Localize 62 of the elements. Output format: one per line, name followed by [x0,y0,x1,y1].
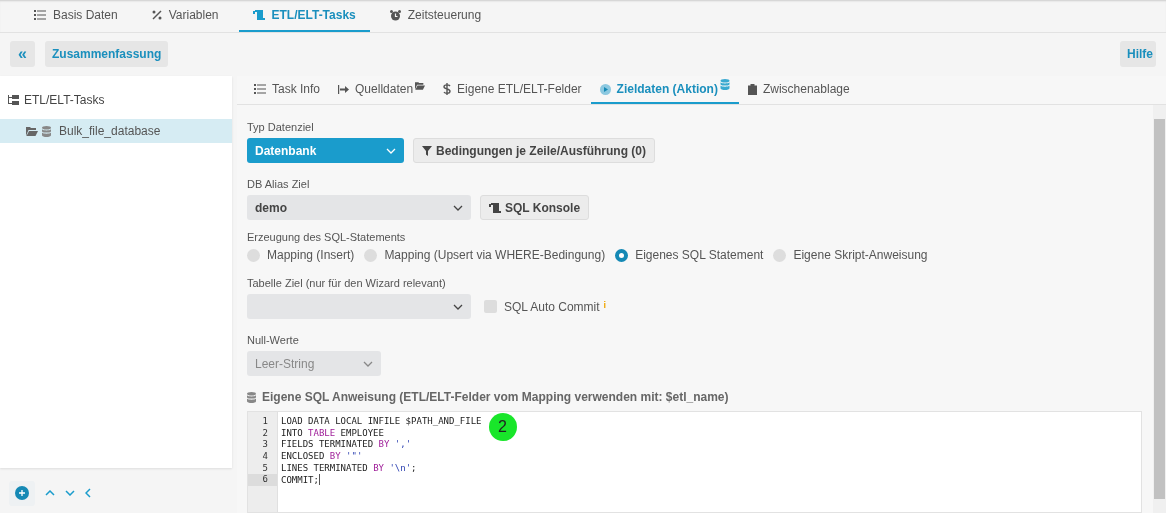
top-tab[interactable]: Variablen [137,0,233,32]
radio-label: Mapping (Upsert via WHERE-Bedingung) [384,248,606,262]
line-number: 6 [248,474,277,487]
radio-button[interactable] [364,248,378,262]
list-icon [254,84,266,94]
db-alias-select[interactable]: demo [247,195,471,220]
field-label: DB Alias Ziel [247,178,311,190]
sql-console-button[interactable]: SQL Konsole [480,195,590,220]
plus-icon [15,486,29,500]
database-icon [42,125,51,137]
play-icon [599,83,611,95]
scrollbar[interactable] [1153,105,1166,513]
info-icon: i [603,299,607,310]
scroll-icon [252,10,265,20]
field-label: Null-Werte [247,334,300,346]
line-number: 5 [261,462,269,475]
line-number: 3 [261,439,269,452]
conditions-button[interactable]: Bedingungen je Zeile/Ausführung (0) [413,138,655,163]
radio-button[interactable] [615,248,629,262]
section-tab[interactable]: Task Info [245,76,330,104]
arrow-right-icon [338,84,350,94]
section-tab[interactable]: Quelldaten [329,76,435,104]
tree-icon [8,95,19,105]
filter-icon [422,145,432,156]
chevron-down-icon [386,147,396,154]
top-tab[interactable]: Zeitsteuerung [375,0,496,32]
folder-icon [26,126,38,136]
line-number: 2 [261,427,269,440]
top-tab[interactable]: Basis Daten [20,0,132,32]
radio-button[interactable] [773,248,787,262]
field-label: Tabelle Ziel (nur für den Wizard relevant) [247,277,447,289]
alarm-clock-icon [389,9,401,21]
radio-button[interactable] [247,248,260,262]
dollar-icon [443,83,452,95]
tree-item[interactable]: Bulk_file_database [0,119,232,143]
chevron-down-icon [363,360,373,367]
line-number: 4 [261,451,269,463]
database-icon [247,391,256,403]
radio-label: Eigene Skript-Anweisung [793,248,928,262]
section-tab[interactable]: Zwischenablage [738,76,859,104]
checkbox[interactable] [484,300,497,313]
clipboard-icon [747,83,757,95]
target-table-select[interactable] [247,294,471,319]
section-tab[interactable]: Eigene ETL/ELT-Felder [434,76,591,104]
radio-label: Mapping (Insert) [267,248,355,262]
line-number: 1 [261,416,269,428]
chevron-down-icon [453,303,463,310]
percent-icon [151,10,162,20]
chevron-left-icon[interactable] [85,488,91,498]
radio-label: Eigenes SQL Statement [635,248,764,262]
chevron-down-icon [453,204,463,211]
chevron-up-icon[interactable] [45,490,55,496]
scroll-icon [489,202,501,213]
add-button[interactable] [9,480,35,506]
list-icon [34,10,46,20]
tree-title: ETL/ELT-Tasks [24,93,105,107]
field-label: Erzeugung des SQL-Statements [247,231,407,243]
checkbox-label: SQL Auto Commit [504,299,600,314]
field-label: Typ Datenziel [247,121,315,133]
chevron-down-icon[interactable] [65,490,75,496]
step-marker: 2 [488,413,517,441]
section-heading: Eigene SQL Anweisung (ETL/ELT-Felder vom Mapping verwenden mit: $etl_name) [262,390,729,404]
